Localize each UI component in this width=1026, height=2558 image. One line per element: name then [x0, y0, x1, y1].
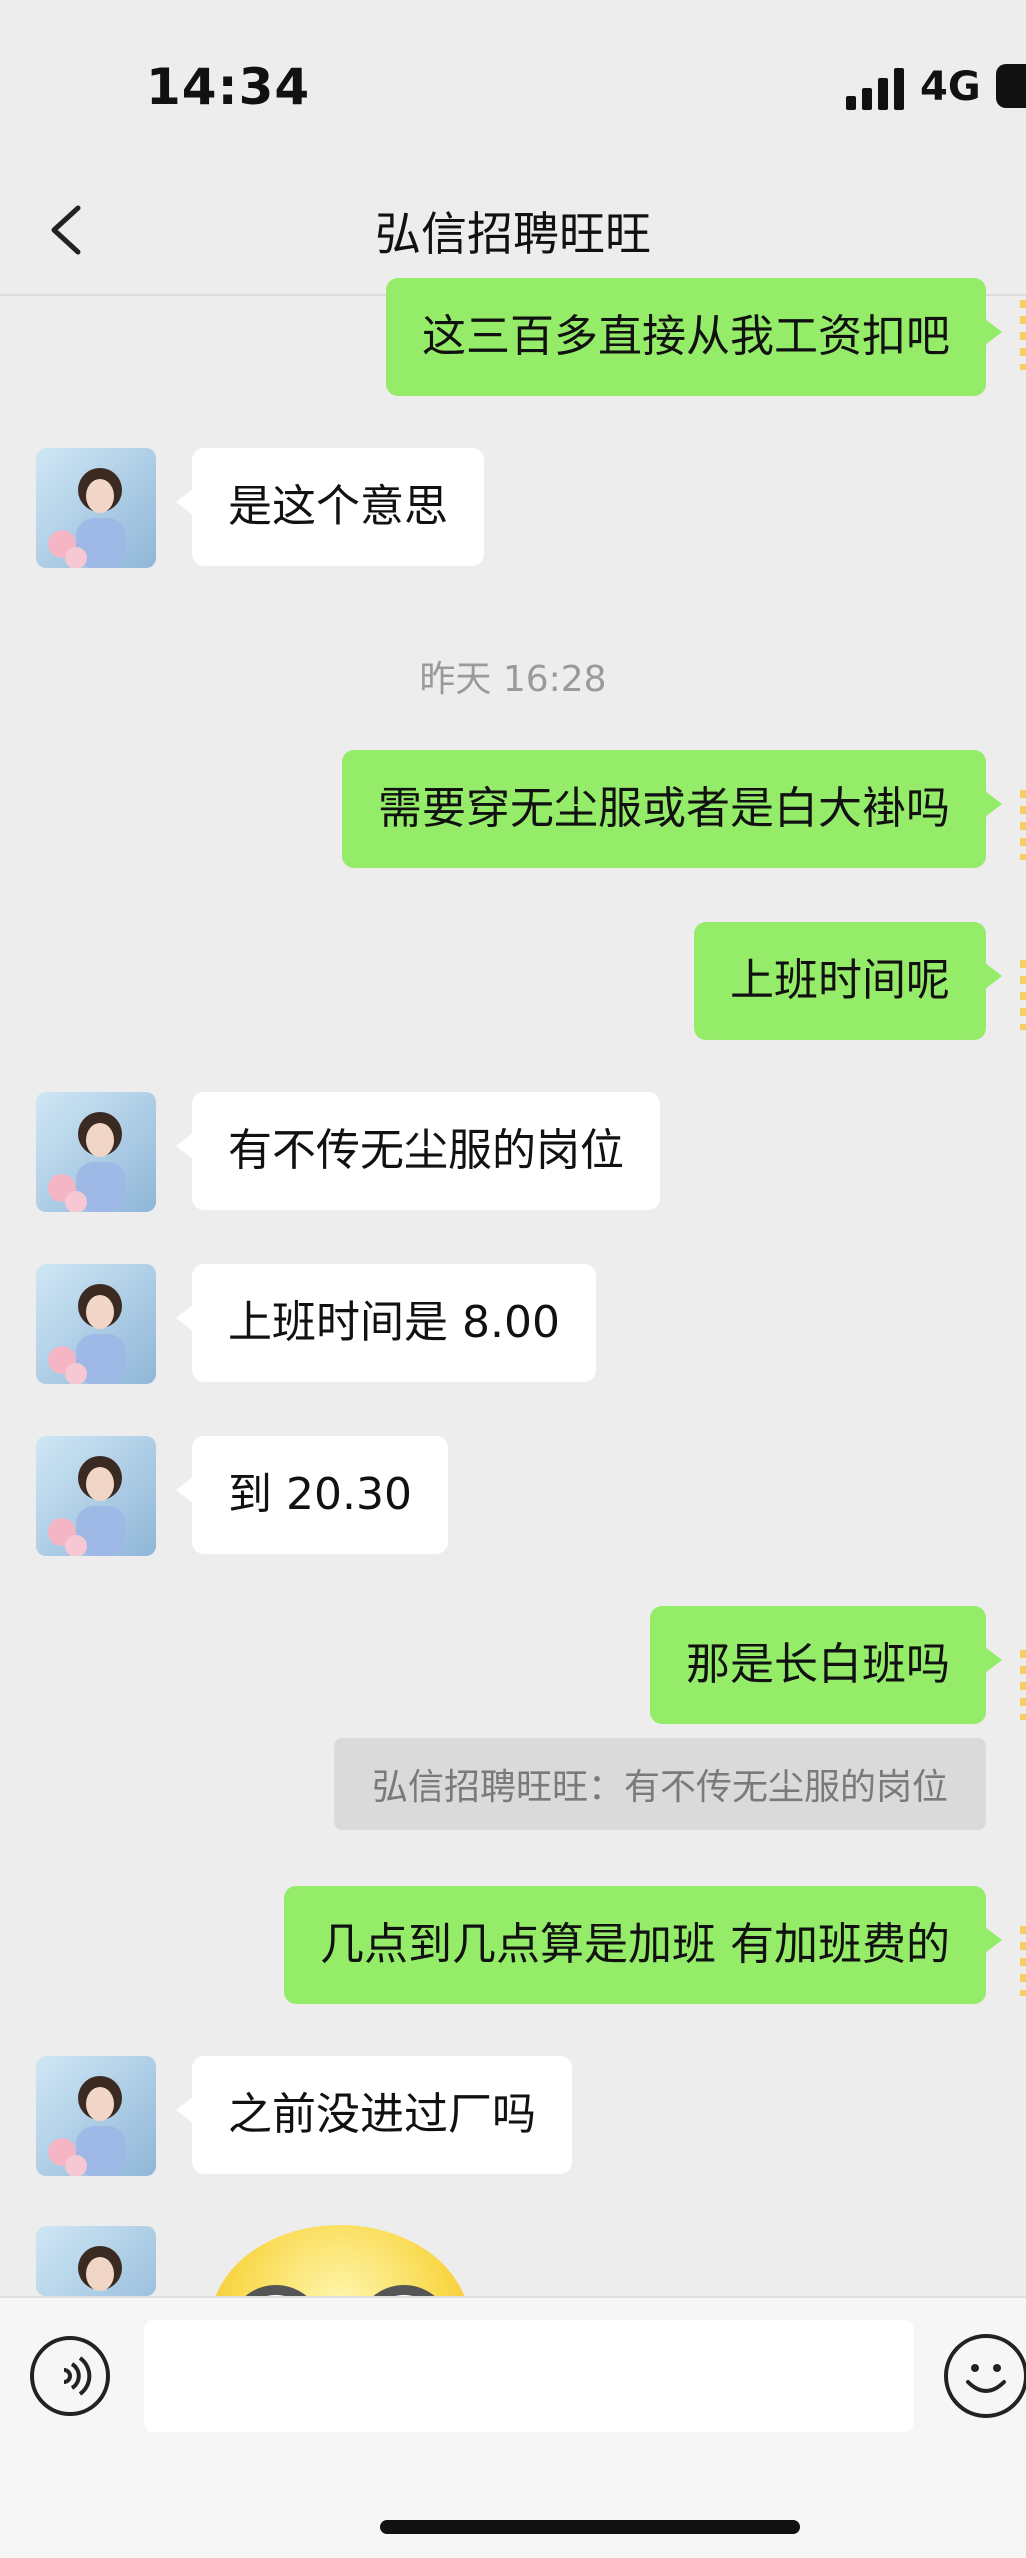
- home-indicator[interactable]: [380, 2520, 800, 2534]
- chat-title: 弘信招聘旺旺: [375, 207, 651, 261]
- decoration: [1020, 1926, 1026, 1996]
- input-bar: [0, 2296, 1026, 2558]
- message-bubble-incoming[interactable]: 之前没进过厂吗: [176, 2056, 572, 2174]
- network-type: 4G: [920, 64, 981, 110]
- avatar[interactable]: [36, 1264, 156, 1384]
- message-bubble-outgoing[interactable]: 需要穿无尘服或者是白大褂吗: [342, 750, 1002, 868]
- message-bubble-outgoing[interactable]: 这三百多直接从我工资扣吧: [386, 278, 1002, 396]
- message-bubble-outgoing[interactable]: 那是长白班吗: [650, 1606, 1002, 1724]
- message-timestamp: 昨天 16:28: [419, 659, 607, 700]
- avatar[interactable]: [36, 2226, 156, 2296]
- quoted-message[interactable]: 弘信招聘旺旺：有不传无尘服的岗位: [333, 1738, 986, 1830]
- battery-icon: [996, 64, 1026, 108]
- message-bubble-incoming[interactable]: 有不传无尘服的岗位: [176, 1092, 660, 1210]
- status-time: 14:34: [146, 58, 311, 116]
- decoration: [1020, 300, 1026, 370]
- message-bubble-incoming[interactable]: 是这个意思: [176, 448, 484, 566]
- decoration: [1020, 1650, 1026, 1720]
- avatar[interactable]: [36, 448, 156, 568]
- message-bubble-incoming[interactable]: 上班时间是 8.00: [176, 1264, 596, 1382]
- message-bubble-outgoing[interactable]: 几点到几点算是加班 有加班费的: [284, 1886, 1002, 2004]
- avatar[interactable]: [36, 1436, 156, 1556]
- message-bubble-incoming[interactable]: 到 20.30: [176, 1436, 448, 1554]
- message-input[interactable]: [144, 2320, 914, 2432]
- avatar[interactable]: [36, 2056, 156, 2176]
- status-bar: 14:34 4G: [0, 0, 1026, 170]
- decoration: [1020, 960, 1026, 1030]
- signal-icon: [846, 68, 906, 110]
- voice-icon[interactable]: [30, 2336, 110, 2416]
- emoji-icon[interactable]: [944, 2334, 1026, 2418]
- avatar[interactable]: [36, 1092, 156, 1212]
- message-bubble-outgoing[interactable]: 上班时间呢: [694, 922, 1002, 1040]
- decoration: [1020, 790, 1026, 860]
